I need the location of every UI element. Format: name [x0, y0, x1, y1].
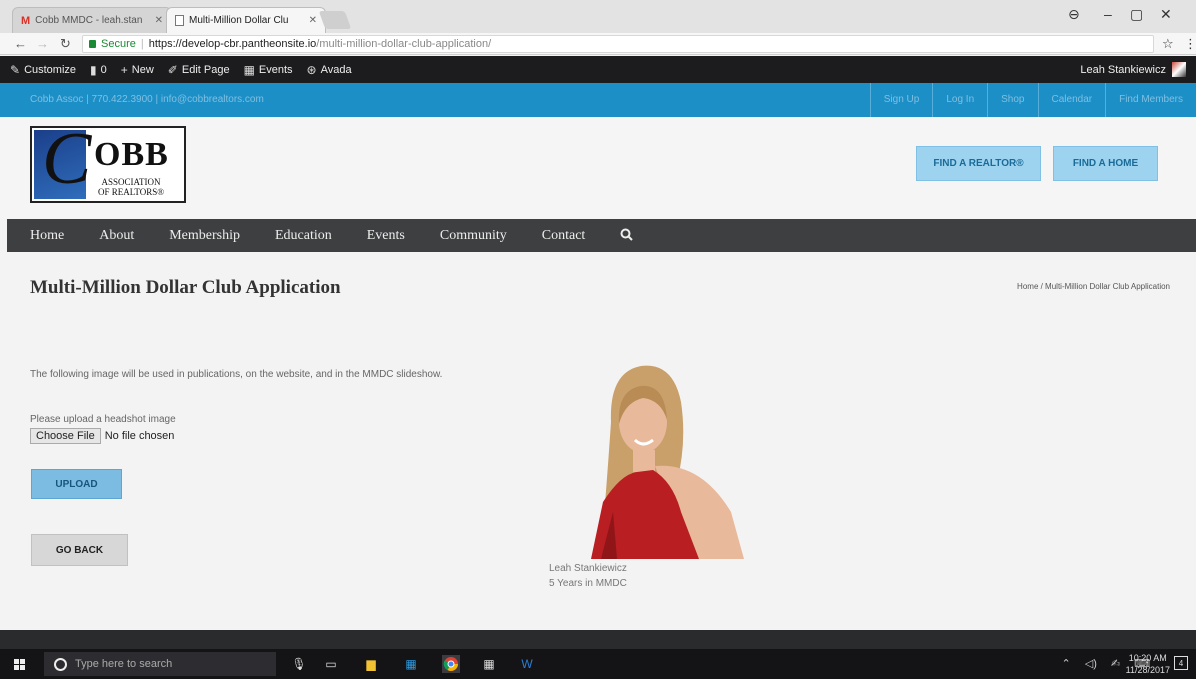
forward-arrow-icon[interactable]: → [36, 36, 49, 51]
windows-start-icon[interactable] [14, 659, 26, 671]
address-bar-row: ← → ↻ Secure | https://develop-cbr.panth… [0, 33, 1196, 55]
store-icon[interactable]: ▦ [402, 655, 420, 673]
volume-icon[interactable]: ◁) [1085, 657, 1097, 670]
bookmark-star-icon[interactable]: ☆ [1162, 36, 1174, 52]
contact-bar: Cobb Assoc | 770.422.3900 | info@cobbrea… [0, 83, 1196, 117]
admin-user-name: Leah Stankiewicz [1080, 63, 1166, 76]
top-link-shop[interactable]: Shop [987, 83, 1037, 117]
close-tab-icon[interactable]: ✕ [155, 15, 163, 26]
admin-user-menu[interactable]: Leah Stankiewicz [1080, 62, 1186, 77]
back-arrow-icon[interactable]: ← [14, 36, 27, 51]
tab-mmdc-application[interactable]: Multi-Million Dollar Clu ✕ [166, 7, 326, 33]
taskbar-search-input[interactable]: Type here to search [44, 652, 276, 676]
nav-about[interactable]: About [99, 228, 134, 244]
reload-icon[interactable]: ↻ [60, 36, 71, 52]
caption-name: Leah Stankiewicz [549, 563, 627, 574]
logo-association: ASSOCIATION OF REALTORS® [98, 177, 165, 197]
logo-obb: OBB [94, 136, 169, 173]
top-links: Sign Up Log In Shop Calendar Find Member… [869, 83, 1196, 117]
avatar [1172, 62, 1186, 77]
chrome-icon[interactable] [442, 655, 460, 673]
nav-contact[interactable]: Contact [542, 228, 586, 244]
url-path: /multi-million-dollar-club-application/ [316, 38, 492, 50]
microphone-icon[interactable]: 🎙 [290, 655, 308, 673]
menu-kebab-icon[interactable]: ⋮ [1184, 36, 1196, 52]
upload-label: Please upload a headshot image [30, 414, 176, 425]
nav-events[interactable]: Events [367, 228, 405, 244]
avada-icon: ⊛ [306, 62, 317, 77]
close-tab-icon[interactable]: ✕ [309, 15, 317, 26]
page-title: Multi-Million Dollar Club Application [30, 277, 341, 298]
choose-file-button[interactable]: Choose File [30, 428, 101, 444]
find-home-button[interactable]: FIND A HOME [1053, 146, 1158, 181]
profile-icon[interactable]: ⊖ [1068, 6, 1080, 23]
action-center-icon[interactable]: 4 [1174, 656, 1188, 670]
file-status: No file chosen [104, 430, 175, 442]
tab-title: Multi-Million Dollar Clu [189, 15, 289, 26]
page-icon [175, 15, 184, 26]
plus-icon: + [120, 62, 128, 77]
close-window-icon[interactable]: ✕ [1160, 6, 1172, 23]
windows-taskbar: Type here to search 🎙 ▭ ▆ ▦ ▦ W ⌃ ◁) ✍ ⌨… [0, 649, 1196, 679]
nav-education[interactable]: Education [275, 228, 332, 244]
brush-icon: ✎ [10, 62, 21, 77]
admin-edit-page[interactable]: ✐ Edit Page [168, 63, 230, 77]
logo-letter-c: C [42, 118, 92, 200]
url-host: https://develop-cbr.pantheonsite.io [148, 38, 317, 50]
intro-text: The following image will be used in publ… [30, 369, 443, 380]
gmail-icon: M [21, 14, 31, 27]
comment-icon: ▮ [90, 62, 97, 77]
admin-avada[interactable]: ⊛ Avada [307, 63, 352, 77]
admin-comments[interactable]: ▮ 0 [90, 63, 107, 77]
admin-new[interactable]: + New [121, 63, 154, 77]
top-link-find-members[interactable]: Find Members [1105, 83, 1196, 117]
top-link-login[interactable]: Log In [932, 83, 987, 117]
wp-admin-bar: ✎ Customize ▮ 0 + New ✐ Edit Page ▦ Events ⊛ A… [0, 56, 1196, 83]
main-nav: Home About Membership Education Events C… [7, 219, 1196, 252]
search-icon[interactable] [620, 228, 634, 244]
word-icon[interactable]: W [518, 655, 536, 673]
tab-gmail[interactable]: M Cobb MMDC - leah.stan ✕ [12, 7, 172, 33]
lock-icon [89, 40, 96, 48]
clock-date: 11/28/2017 [1125, 665, 1170, 675]
url-separator: | [140, 38, 144, 50]
nav-community[interactable]: Community [440, 228, 507, 244]
contact-info: Cobb Assoc | 770.422.3900 | info@cobbrea… [30, 94, 264, 105]
cobb-logo[interactable]: C OBB ASSOCIATION OF REALTORS® [30, 122, 186, 203]
caption-years: 5 Years in MMDC [549, 578, 627, 589]
tab-title: Cobb MMDC - leah.stan [35, 15, 143, 26]
admin-events[interactable]: ▦ Events [244, 63, 293, 77]
calendar-icon: ▦ [243, 62, 255, 77]
upload-button[interactable]: UPLOAD [31, 469, 122, 499]
taskbar-clock[interactable]: 10:20 AM 11/28/2017 [1126, 652, 1170, 676]
cortana-icon [54, 657, 67, 671]
pen-icon[interactable]: ✍ [1111, 657, 1120, 670]
file-explorer-icon[interactable]: ▆ [362, 655, 380, 673]
breadcrumb: Home / Multi-Million Dollar Club Applica… [1017, 282, 1170, 291]
find-realtor-button[interactable]: FIND A REALTOR® [916, 146, 1041, 181]
clock-time: 10:20 AM [1128, 653, 1167, 663]
site-footer [0, 630, 1196, 649]
top-link-signup[interactable]: Sign Up [869, 83, 933, 117]
maximize-icon[interactable]: ▢ [1130, 6, 1143, 23]
url-input[interactable]: Secure | https://develop-cbr.pantheonsit… [82, 35, 1154, 53]
site-header: C OBB ASSOCIATION OF REALTORS® FIND A RE… [0, 117, 1196, 219]
pencil-icon: ✐ [167, 62, 178, 77]
taskbar-search-placeholder: Type here to search [75, 658, 173, 670]
file-input: Choose File No file chosen [30, 428, 174, 444]
nav-home[interactable]: Home [30, 228, 64, 244]
task-view-icon[interactable]: ▭ [322, 655, 340, 673]
top-link-calendar[interactable]: Calendar [1037, 83, 1106, 117]
admin-customize[interactable]: ✎ Customize [10, 63, 76, 77]
browser-tab-bar: M Cobb MMDC - leah.stan ✕ Multi-Million … [0, 0, 1196, 33]
tray-chevron-up-icon[interactable]: ⌃ [1062, 657, 1071, 670]
nav-membership[interactable]: Membership [169, 228, 240, 244]
calculator-icon[interactable]: ▦ [480, 655, 498, 673]
new-tab-button[interactable] [318, 11, 352, 29]
headshot-image [581, 362, 744, 559]
minimize-icon[interactable]: – [1104, 6, 1112, 22]
go-back-button[interactable]: GO BACK [31, 534, 128, 566]
secure-label: Secure [101, 38, 136, 50]
